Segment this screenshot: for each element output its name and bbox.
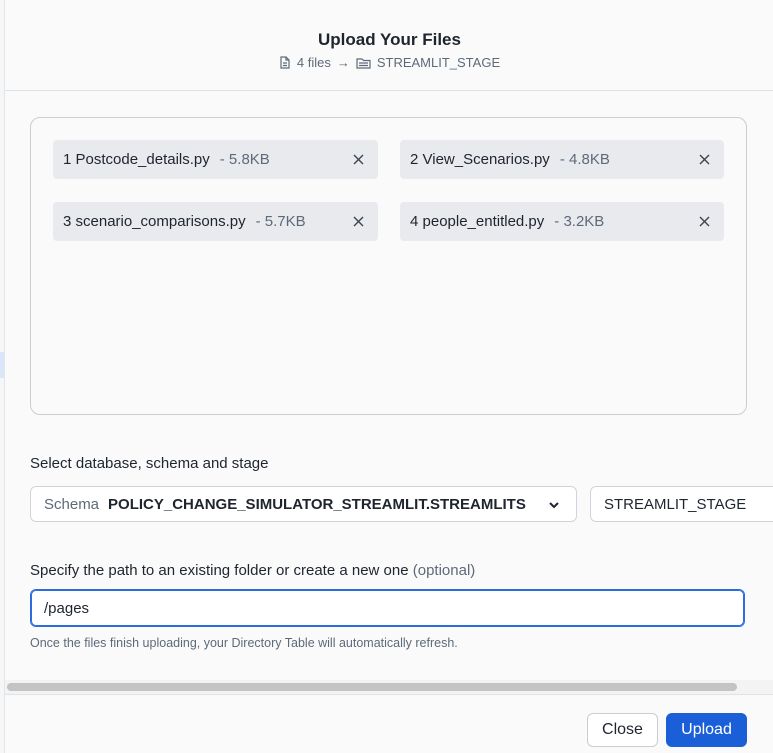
- scrollbar-thumb[interactable]: [7, 683, 737, 691]
- file-size: - 5.7KB: [255, 213, 306, 230]
- file-chip: 4 people_entitled.py - 3.2KB: [400, 202, 724, 241]
- remove-file-icon[interactable]: [351, 214, 366, 229]
- file-count: 4 files: [296, 55, 331, 70]
- stage-name: STREAMLIT_STAGE: [376, 55, 501, 70]
- file-size: - 3.2KB: [554, 213, 605, 230]
- schema-value: POLICY_CHANGE_SIMULATOR_STREAMLIT.STREAM…: [108, 495, 526, 513]
- modal-header: Upload Your Files 4 files → STREAMLIT_ST…: [5, 0, 773, 91]
- file-name: 2 View_Scenarios.py: [410, 151, 550, 168]
- modal-title: Upload Your Files: [318, 30, 461, 49]
- upload-button[interactable]: Upload: [666, 713, 747, 747]
- modal-subtitle: 4 files → STREAMLIT_STAGE: [5, 55, 773, 70]
- arrow-right-icon: →: [336, 55, 350, 70]
- upload-files-modal: Upload Your Files 4 files → STREAMLIT_ST…: [4, 0, 773, 753]
- location-label: Select database, schema and stage: [30, 455, 269, 472]
- modal-footer: Close Upload: [5, 694, 773, 753]
- optional-tag: (optional): [412, 562, 476, 579]
- file-chip: 3 scenario_comparisons.py - 5.7KB: [53, 202, 378, 241]
- file-icon: [279, 56, 291, 69]
- path-label: Specify the path to an existing folder o…: [30, 562, 475, 579]
- file-name: 1 Postcode_details.py: [63, 151, 210, 168]
- file-name: 3 scenario_comparisons.py: [63, 213, 246, 230]
- folder-path-input[interactable]: [30, 589, 745, 627]
- file-size: - 5.8KB: [219, 151, 270, 168]
- path-label-text: Specify the path to an existing folder o…: [30, 562, 409, 579]
- stage-value: STREAMLIT_STAGE: [604, 495, 747, 513]
- schema-select[interactable]: Schema POLICY_CHANGE_SIMULATOR_STREAMLIT…: [30, 486, 577, 522]
- refresh-hint: Once the files finish uploading, your Di…: [30, 636, 458, 650]
- file-chip: 1 Postcode_details.py - 5.8KB: [53, 140, 378, 179]
- remove-file-icon[interactable]: [351, 152, 366, 167]
- file-name: 4 people_entitled.py: [410, 213, 545, 230]
- file-dropzone[interactable]: 1 Postcode_details.py - 5.8KB 2 View_Sce…: [30, 117, 747, 415]
- remove-file-icon[interactable]: [697, 152, 712, 167]
- chevron-down-icon: [548, 498, 560, 515]
- stage-select[interactable]: STREAMLIT_STAGE: [590, 486, 773, 522]
- schema-prefix: Schema: [44, 495, 100, 513]
- remove-file-icon[interactable]: [697, 214, 712, 229]
- close-button[interactable]: Close: [587, 713, 658, 747]
- file-chip: 2 View_Scenarios.py - 4.8KB: [400, 140, 724, 179]
- file-size: - 4.8KB: [559, 151, 610, 168]
- stage-icon: [356, 57, 371, 69]
